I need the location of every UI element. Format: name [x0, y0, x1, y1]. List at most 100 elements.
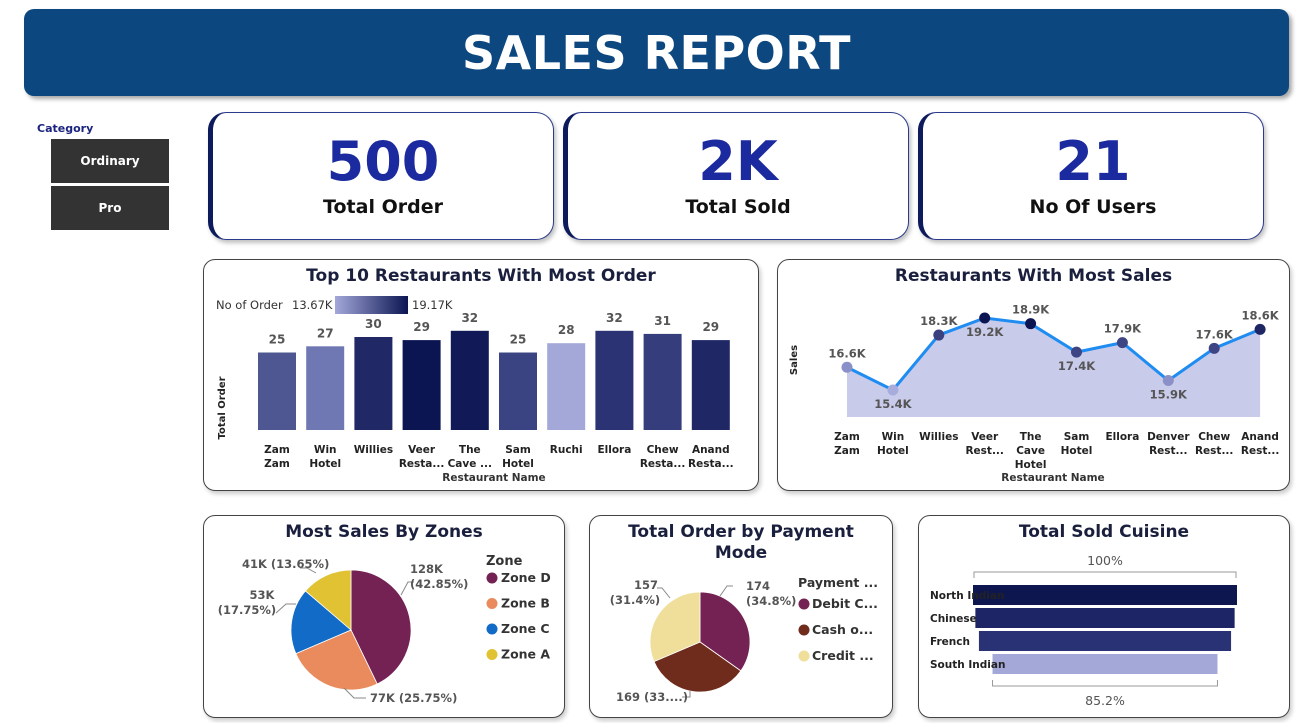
report-header: SALES REPORT — [24, 9, 1289, 96]
bar-category-label: Hotel — [502, 458, 534, 470]
area-y-axis-label: Sales — [789, 345, 800, 375]
sales-value-label: 18.9K — [1012, 303, 1050, 317]
kpi-users-label: No Of Users — [1029, 196, 1157, 219]
funnel-bar — [992, 654, 1218, 674]
category-ordinary-button[interactable]: Ordinary — [51, 139, 169, 183]
sales-category-label: Chew — [1198, 431, 1230, 443]
sales-category-label: Cave — [1016, 445, 1045, 457]
payment-credit-percent: (31.4%) — [610, 593, 660, 607]
bar — [595, 330, 634, 430]
funnel-bar — [978, 631, 1232, 651]
sales-category-label: The — [1020, 431, 1042, 443]
sales-category-label: Win — [882, 431, 905, 443]
kpi-users-value: 21 — [1055, 129, 1131, 193]
bar-category-label: Hotel — [309, 458, 341, 470]
sales-category-label: Willies — [919, 431, 958, 443]
category-pro-button[interactable]: Pro — [51, 186, 169, 230]
payment-legend-swatch — [798, 650, 810, 662]
zone-c-percent: (17.75%) — [218, 603, 276, 617]
bar-value-label: 30 — [365, 317, 382, 331]
bar-value-label: 25 — [269, 333, 286, 347]
sales-category-label: Rest... — [1195, 445, 1233, 457]
sales-point — [979, 312, 991, 324]
bar-category-label: Resta... — [688, 458, 734, 470]
bar — [547, 343, 586, 430]
payment-cash-label: 169 (33....) — [616, 690, 688, 704]
funnel-bar — [975, 608, 1235, 628]
bar-y-axis-label: Total Order — [217, 376, 228, 439]
bar-legend-min-label: 13.67K — [292, 298, 333, 312]
bar-value-label: 32 — [461, 311, 478, 325]
zone-legend-swatch — [486, 623, 498, 635]
page-title: SALES REPORT — [461, 25, 851, 80]
bar-value-label: 32 — [606, 311, 623, 325]
sales-category-label: Hotel — [1015, 459, 1047, 471]
bar — [402, 340, 441, 430]
bar — [499, 352, 537, 430]
zone-a-label: 41K (13.65%) — [242, 557, 329, 571]
bar-category-label: Zam — [264, 444, 290, 456]
bar — [643, 333, 682, 430]
zone-legend-item: Zone C — [501, 621, 550, 636]
bar-value-label: 28 — [558, 323, 575, 337]
bar — [691, 340, 730, 430]
bar — [354, 337, 393, 430]
zones-pie-chart-card: Most Sales By Zones 128K (42.85%) 77K (25.… — [203, 515, 565, 718]
sales-category-label: Sam — [1064, 431, 1090, 443]
sales-value-label: 15.9K — [1150, 388, 1188, 402]
funnel-bar — [973, 585, 1237, 605]
sales-point — [1071, 346, 1082, 358]
payment-legend-swatch — [798, 598, 810, 610]
bar — [258, 352, 296, 430]
sales-value-label: 19.2K — [966, 325, 1004, 339]
bar-category-label: Resta... — [399, 458, 445, 470]
bar-legend-max-label: 19.17K — [412, 298, 453, 312]
payment-pie-chart-card: Total Order by Payment Mode 174 (34.8%) 16… — [589, 515, 893, 718]
zone-d-value: 128K — [410, 562, 444, 576]
kpi-total-sold-card: 2K Total Sold — [563, 112, 909, 240]
zone-legend-swatch — [486, 649, 498, 660]
cuisine-funnel-chart: 100% North Indian Chinese French South India… — [930, 553, 1237, 708]
zone-c-value: 53K — [250, 588, 276, 602]
payment-legend-title: Payment ... — [798, 575, 878, 590]
sales-category-label: Veer — [971, 431, 999, 443]
bar-category-label: Willies — [354, 444, 393, 456]
payment-debit-percent: (34.8%) — [746, 594, 796, 608]
zone-b-label: 77K (25.75%) — [370, 691, 457, 705]
funnel-top-label: 100% — [1087, 553, 1123, 568]
area-x-axis-label: Restaurant Name — [1001, 472, 1104, 484]
zone-d-percent: (42.85%) — [410, 577, 468, 591]
bar-category-label: Anand — [692, 444, 730, 456]
bar-legend-title: No of Order — [216, 298, 283, 312]
sales-category-label: Rest... — [965, 445, 1003, 457]
bar-x-axis-label: Restaurant Name — [442, 472, 545, 484]
sales-category-label: Hotel — [1061, 445, 1093, 457]
zone-c-leader-line — [275, 603, 296, 614]
sales-value-label: 18.3K — [920, 314, 958, 328]
funnel-bottom-bracket — [992, 680, 1218, 687]
bar-category-label: Chew — [647, 444, 679, 456]
sales-value-label: 18.6K — [1241, 308, 1279, 322]
sales-point — [887, 384, 899, 396]
sales-category-label: Hotel — [877, 445, 909, 457]
sales-area-chart: Sales Restaurant Name 16.6K Zam Zam 15.4K Wi… — [789, 303, 1280, 484]
sales-point — [841, 361, 853, 373]
bar-value-label: 27 — [317, 326, 334, 340]
kpi-users-card: 21 No Of Users — [918, 112, 1264, 240]
sales-value-label: 16.6K — [828, 346, 866, 360]
top-restaurants-bar-chart: No of Order 13.67K 19.17K Total Order Re… — [216, 296, 734, 484]
bar-value-label: 29 — [413, 320, 430, 334]
zone-legend-item: Zone B — [501, 596, 550, 611]
sales-category-label: Denver — [1147, 431, 1190, 443]
sales-point — [1208, 342, 1220, 354]
payment-debit-leader-line — [719, 585, 733, 597]
sales-category-label: Zam — [834, 431, 860, 443]
bar-category-label: Ruchi — [550, 444, 583, 456]
bar-value-label: 31 — [654, 314, 671, 328]
top-restaurants-chart-card: Top 10 Restaurants With Most Order No of… — [203, 259, 759, 491]
sales-point — [1025, 318, 1037, 330]
payment-legend-item: Credit ... — [812, 648, 874, 663]
bar-value-label: 25 — [510, 333, 527, 347]
funnel-category-label: South Indian — [930, 659, 1005, 671]
sales-point — [933, 329, 945, 341]
